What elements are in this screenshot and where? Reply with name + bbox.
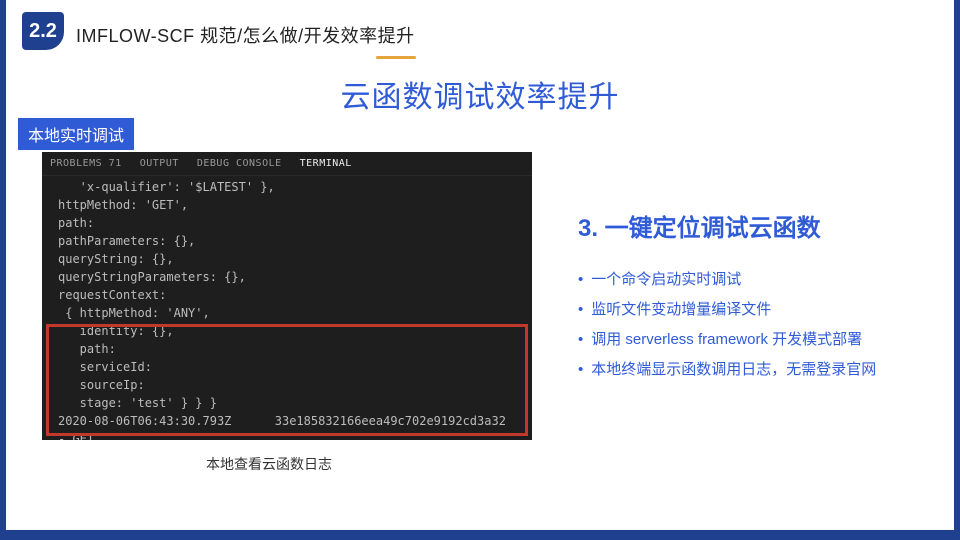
- slide: 2.2 IMFLOW-SCF 规范/怎么做/开发效率提升 云函数调试效率提升 本…: [0, 0, 960, 540]
- subsection-tag: 本地实时调试: [18, 118, 134, 150]
- right-heading: 3. 一键定位调试云函数: [578, 208, 948, 243]
- right-panel: 3. 一键定位调试云函数 一个命令启动实时调试 监听文件变动增量编译文件 调用 …: [578, 208, 948, 385]
- tab-output: OUTPUT: [140, 156, 179, 171]
- tab-terminal: TERMINAL: [300, 156, 352, 171]
- tab-debug-console: DEBUG CONSOLE: [197, 156, 282, 171]
- terminal-screenshot: PROBLEMS 71 OUTPUT DEBUG CONSOLE TERMINA…: [42, 152, 532, 440]
- bullet-item: 调用 serverless framework 开发模式部署: [578, 325, 948, 355]
- terminal-body: 'x-qualifier': '$LATEST' }, httpMethod: …: [42, 176, 532, 440]
- terminal-tabs: PROBLEMS 71 OUTPUT DEBUG CONSOLE TERMINA…: [42, 152, 532, 176]
- breadcrumb: IMFLOW-SCF 规范/怎么做/开发效率提升: [76, 22, 415, 48]
- breadcrumb-accent: [376, 56, 416, 59]
- bullet-list: 一个命令启动实时调试 监听文件变动增量编译文件 调用 serverless fr…: [578, 265, 948, 385]
- tab-problems: PROBLEMS 71: [50, 156, 122, 171]
- bullet-item: 一个命令启动实时调试: [578, 265, 948, 295]
- section-number-badge: 2.2: [22, 12, 64, 50]
- terminal-caption: 本地查看云函数日志: [206, 454, 332, 474]
- page-title: 云函数调试效率提升: [6, 72, 954, 116]
- bullet-item: 监听文件变动增量编译文件: [578, 295, 948, 325]
- bullet-item: 本地终端显示函数调用日志，无需登录官网: [578, 355, 948, 385]
